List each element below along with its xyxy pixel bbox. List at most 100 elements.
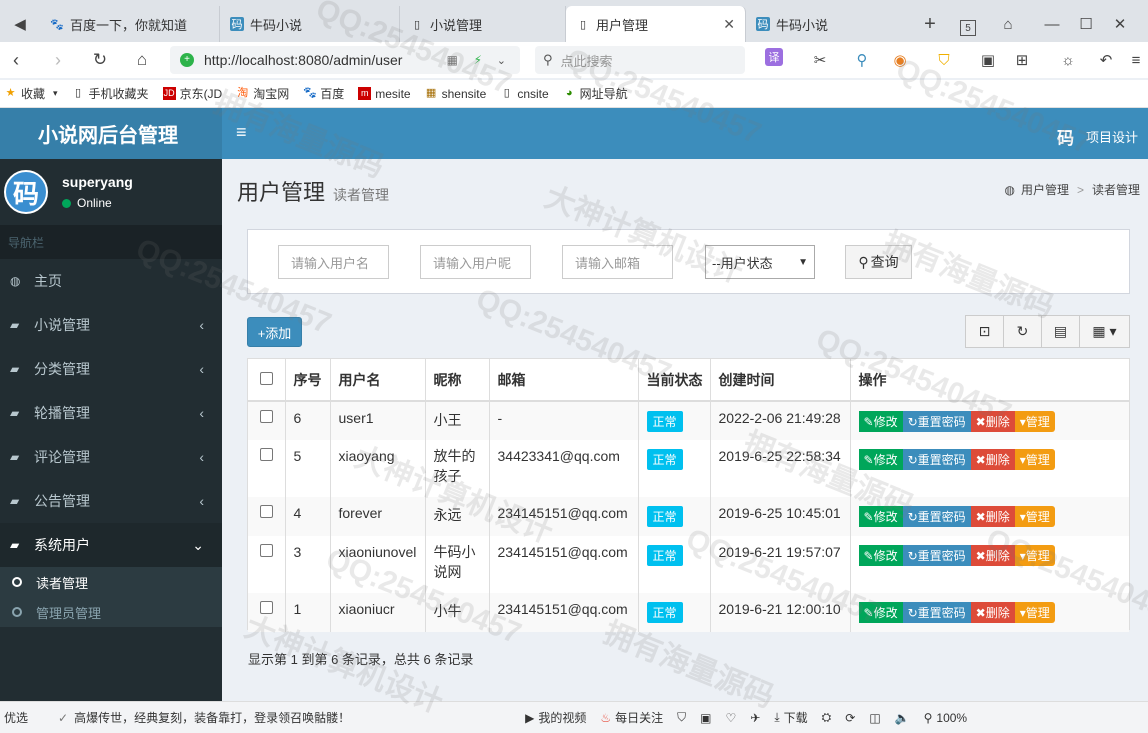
manage-dropdown[interactable]: ▾ 管理 xyxy=(1014,411,1055,432)
sidebar-item-notice[interactable]: ▰ 公告管理 ‹ xyxy=(0,479,222,523)
edit-button[interactable]: ✎ 修改 xyxy=(858,411,903,432)
image-icon[interactable]: ▣ xyxy=(700,711,711,725)
lightning-icon[interactable]: ⚡ xyxy=(474,53,482,67)
daily-focus-button[interactable]: ♨ 每日关注 xyxy=(600,709,663,726)
row-checkbox[interactable] xyxy=(260,544,273,557)
header-username[interactable]: 用户名 xyxy=(330,359,426,402)
zoom-control[interactable]: ⚲ 100% xyxy=(924,711,968,725)
browser-tab[interactable]: ▯ 小说管理 xyxy=(400,6,566,42)
delete-button[interactable]: ✖ 删除 xyxy=(970,506,1015,527)
header-nickname[interactable]: 昵称 xyxy=(425,359,490,402)
sound-icon[interactable]: 🔈 xyxy=(895,711,910,725)
devices-icon[interactable]: ⛭ xyxy=(822,710,832,725)
sidebar-item-comment[interactable]: ▰ 评论管理 ‹ xyxy=(0,435,222,479)
manage-dropdown[interactable]: ▾ 管理 xyxy=(1014,602,1055,623)
nickname-input[interactable]: 请输入用户昵 xyxy=(420,245,531,279)
minimize-icon[interactable]: — xyxy=(1040,12,1064,36)
status-select[interactable]: --用户状态 ▼ xyxy=(705,245,815,279)
heart-icon[interactable]: ♡ xyxy=(725,711,736,725)
shield-icon[interactable]: ⛉ xyxy=(677,710,686,725)
bookmark-item[interactable]: ★ 收藏 ▾ xyxy=(4,85,58,102)
reader-icon[interactable]: ▣ xyxy=(976,48,1000,72)
undo-icon[interactable]: ↶ xyxy=(1094,48,1118,72)
header-status[interactable]: 当前状态 xyxy=(638,359,711,402)
subitem-admin[interactable]: 管理员管理 xyxy=(0,597,222,627)
chevron-down-icon[interactable]: ⌄ xyxy=(497,54,506,67)
query-button[interactable]: ⚲ 查询 xyxy=(845,245,912,279)
browser-tab-active[interactable]: ▯ 用户管理 ✕ xyxy=(566,6,746,42)
skin-icon[interactable]: ⌂ xyxy=(996,12,1020,36)
forward-icon[interactable]: › xyxy=(46,48,70,72)
close-icon[interactable]: ✕ xyxy=(723,16,735,33)
edit-button[interactable]: ✎ 修改 xyxy=(858,602,903,623)
header-email[interactable]: 邮箱 xyxy=(489,359,639,402)
subitem-reader[interactable]: 读者管理 xyxy=(0,567,222,597)
close-window-icon[interactable]: ✕ xyxy=(1108,12,1132,36)
browser-search-input[interactable]: ⚲ 点此搜索 xyxy=(535,46,745,74)
url-field[interactable]: + http://localhost:8080/admin/user ▦ ⚡ ⌄ xyxy=(170,46,520,74)
game-icon[interactable]: ◉ xyxy=(888,48,912,72)
sidebar-item-novel[interactable]: ▰ 小说管理 ‹ xyxy=(0,303,222,347)
home-icon[interactable]: ⌂ xyxy=(130,48,154,72)
shield-icon[interactable]: ⛉ xyxy=(932,48,956,72)
columns-icon[interactable]: ▦ ▾ xyxy=(1079,315,1130,348)
refresh-icon[interactable]: ↻ xyxy=(88,48,112,72)
edit-button[interactable]: ✎ 修改 xyxy=(858,506,903,527)
delete-button[interactable]: ✖ 删除 xyxy=(970,545,1015,566)
breadcrumb-item[interactable]: 用户管理 xyxy=(1021,181,1069,198)
edit-button[interactable]: ✎ 修改 xyxy=(858,449,903,470)
sidebar-item-home[interactable]: ◍ 主页 xyxy=(0,259,222,303)
manage-dropdown[interactable]: ▾ 管理 xyxy=(1014,449,1055,470)
bookmark-item[interactable]: ▦ shensite xyxy=(425,87,486,101)
delete-button[interactable]: ✖ 删除 xyxy=(970,449,1015,470)
project-design-link[interactable]: 码 项目设计 xyxy=(1057,124,1138,149)
header-created[interactable]: 创建时间 xyxy=(710,359,851,402)
maximize-icon[interactable]: ☐ xyxy=(1074,12,1098,36)
manage-dropdown[interactable]: ▾ 管理 xyxy=(1014,506,1055,527)
toggle-icon[interactable]: ⊡ xyxy=(965,315,1004,348)
download-button[interactable]: ⤓ 下载 xyxy=(774,709,807,726)
translate-icon[interactable]: 译 xyxy=(765,48,783,66)
apps-grid-icon[interactable]: ⊞ xyxy=(1010,48,1034,72)
sync-icon[interactable]: ⟳ xyxy=(845,711,855,725)
settings-icon[interactable]: ☼ xyxy=(1056,48,1080,72)
tab-count-icon[interactable]: 5 xyxy=(960,20,976,36)
plane-icon[interactable]: ✈ xyxy=(750,711,760,725)
manage-dropdown[interactable]: ▾ 管理 xyxy=(1014,545,1055,566)
row-checkbox[interactable] xyxy=(260,601,273,614)
back-icon[interactable]: ‹ xyxy=(4,48,28,72)
menu-icon[interactable]: ≡ xyxy=(1124,48,1148,72)
bookmark-item[interactable]: ▯ 手机收藏夹 xyxy=(72,85,149,102)
list-icon[interactable]: ▤ xyxy=(1041,315,1080,348)
email-input[interactable]: 请输入邮箱 xyxy=(562,245,673,279)
sidebar-item-category[interactable]: ▰ 分类管理 ‹ xyxy=(0,347,222,391)
magnifier-icon[interactable]: ⚲ xyxy=(850,48,874,72)
status-left[interactable]: 优选 xyxy=(4,709,28,726)
new-tab-icon[interactable]: + xyxy=(918,12,942,36)
delete-button[interactable]: ✖ 删除 xyxy=(970,602,1015,623)
browser-tab[interactable]: 码 牛码小说 xyxy=(746,6,912,42)
row-checkbox[interactable] xyxy=(260,505,273,518)
browser-tab[interactable]: 码 牛码小说 xyxy=(220,6,400,42)
header-id[interactable]: 序号 xyxy=(285,359,331,402)
sidebar-item-system-user[interactable]: ▰ 系统用户 ⌄ xyxy=(0,523,222,567)
bookmark-item[interactable]: ◕ 网址导航 xyxy=(563,85,628,102)
app-logo[interactable]: 小说网后台管理 xyxy=(0,108,222,159)
row-checkbox[interactable] xyxy=(260,410,273,423)
qr-icon[interactable]: ▦ xyxy=(447,53,458,67)
bookmark-item[interactable]: m mesite xyxy=(358,87,411,101)
edit-button[interactable]: ✎ 修改 xyxy=(858,545,903,566)
bookmark-item[interactable]: 🐾 百度 xyxy=(303,85,344,102)
reset-password-button[interactable]: ↻ 重置密码 xyxy=(902,411,971,432)
reset-password-button[interactable]: ↻ 重置密码 xyxy=(902,449,971,470)
delete-button[interactable]: ✖ 删除 xyxy=(970,411,1015,432)
ad-ticker[interactable]: ✓ 高爆传世，经典复刻，装备靠打，登录领召唤骷髅！ xyxy=(58,709,350,726)
reset-password-button[interactable]: ↻ 重置密码 xyxy=(902,545,971,566)
scissors-icon[interactable]: ✂ xyxy=(808,48,832,72)
refresh-icon[interactable]: ↻ xyxy=(1003,315,1042,348)
username-input[interactable]: 请输入用户名 xyxy=(278,245,389,279)
hamburger-icon[interactable]: ≡ xyxy=(236,122,247,143)
reset-password-button[interactable]: ↻ 重置密码 xyxy=(902,506,971,527)
browser-logo-icon[interactable]: ◀ xyxy=(0,6,40,42)
my-video-button[interactable]: ▶ 我的视频 xyxy=(525,709,586,726)
